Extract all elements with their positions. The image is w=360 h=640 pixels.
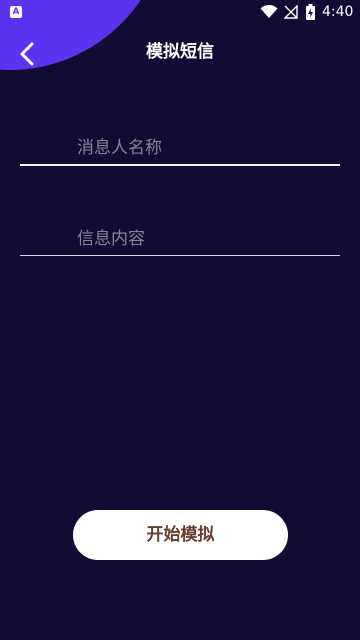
signal-off-icon <box>284 5 298 19</box>
status-bar: A 4:40 <box>0 0 360 24</box>
wifi-icon <box>260 5 278 18</box>
simulate-sms-screen: A 4:40 模拟短信 开始模拟 <box>0 0 360 640</box>
start-simulation-button[interactable]: 开始模拟 <box>73 510 288 560</box>
app-notification-icon: A <box>10 6 22 18</box>
sender-name-input[interactable] <box>20 132 340 166</box>
status-time: 4:40 <box>322 4 354 20</box>
page-title: 模拟短信 <box>146 42 214 62</box>
battery-charging-icon <box>306 4 315 20</box>
message-content-input[interactable] <box>20 222 340 256</box>
